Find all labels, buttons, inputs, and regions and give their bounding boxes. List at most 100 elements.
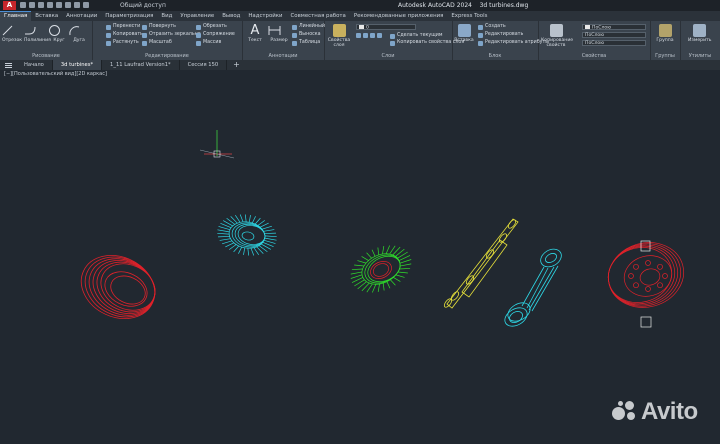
tab-addins[interactable]: Надстройки <box>244 11 286 21</box>
dimension-label: Размер <box>270 38 288 43</box>
trim-button[interactable]: Обрезать <box>196 24 227 30</box>
new-file-icon[interactable] <box>20 2 26 8</box>
drawing-viewport[interactable]: [−][Пользовательский вид][2D каркас] Avi… <box>0 70 720 444</box>
mirror-button[interactable]: Отразить зеркально <box>142 32 201 38</box>
insert-block-button[interactable]: Вставка <box>453 24 475 43</box>
leader-button[interactable]: Выноска <box>292 32 321 38</box>
tab-insert[interactable]: Вставка <box>31 11 62 21</box>
layer-off-icon[interactable] <box>356 33 361 38</box>
tab-view[interactable]: Вид <box>157 11 176 21</box>
polyline-button[interactable]: Полилиния <box>24 24 51 43</box>
plot-icon[interactable] <box>56 2 62 8</box>
mirror-icon <box>142 32 147 38</box>
stretch-button[interactable]: Растянуть <box>106 40 139 46</box>
copy-button[interactable]: Копировать <box>106 32 143 38</box>
dimension-button[interactable]: Размер <box>268 24 290 43</box>
trim-icon <box>196 24 201 30</box>
leader-icon <box>292 32 297 38</box>
save-as-icon[interactable] <box>47 2 53 8</box>
create-block-icon <box>478 24 483 30</box>
modify-group-title: Редактирование <box>145 53 189 59</box>
layer-dropdown[interactable]: 0 <box>356 24 416 31</box>
text-button[interactable]: A Текст <box>244 24 266 43</box>
doc-tab-laufrad[interactable]: 1_11 Laufrad Version1* <box>102 60 180 70</box>
edit-block-button[interactable]: Редактировать <box>478 32 523 38</box>
table-button[interactable]: Таблица <box>292 40 320 46</box>
match-layer-icon <box>390 40 395 46</box>
layers-group-title: Слои <box>381 53 395 59</box>
annotation-group-title: Аннотации <box>268 53 298 59</box>
crosshair-cursor-icon <box>199 130 235 159</box>
red-bearing-ring[interactable] <box>71 244 165 330</box>
create-block-button[interactable]: Создать <box>478 24 506 30</box>
cyan-connecting-rod[interactable] <box>502 246 565 330</box>
tab-annotate[interactable]: Аннотации <box>62 11 101 21</box>
ribbon-tabs: Главная Вставка Аннотации Параметризация… <box>0 10 720 22</box>
scale-button[interactable]: Масштаб <box>142 40 172 46</box>
linear-dim-button[interactable]: Линейный <box>292 24 325 30</box>
quick-access-toolbar <box>20 2 89 9</box>
groups-group: Группа Группы <box>650 21 681 60</box>
save-icon[interactable] <box>38 2 44 8</box>
doc-tab-session[interactable]: Сессия 150 <box>180 60 228 70</box>
make-current-label: Сделать текущим <box>397 33 443 38</box>
hamburger-menu-icon[interactable] <box>0 60 16 70</box>
tab-collaborate[interactable]: Совместная работа <box>287 11 350 21</box>
insert-block-label: Вставка <box>454 38 474 43</box>
create-block-label: Создать <box>485 24 506 29</box>
layer-isolate-icon[interactable] <box>363 33 368 38</box>
share-button[interactable]: Общий доступ <box>120 0 166 11</box>
color-swatch <box>585 25 590 29</box>
match-properties-button[interactable]: Копирование свойств <box>541 24 573 48</box>
open-file-icon[interactable] <box>29 2 35 8</box>
circle-button[interactable]: Круг <box>48 24 70 43</box>
linetype-dropdown[interactable]: ПоСлою <box>582 32 646 38</box>
make-current-button[interactable]: Сделать текущим <box>390 33 443 39</box>
lineweight-dropdown[interactable]: ПоСлою <box>582 40 646 46</box>
green-gear[interactable] <box>350 245 412 293</box>
copy-icon <box>106 32 111 38</box>
autocad-logo-icon[interactable]: A <box>3 1 16 10</box>
utilities-group-title: Утилиты <box>688 53 712 59</box>
stretch-label: Растянуть <box>113 40 139 45</box>
tab-parametric[interactable]: Параметризация <box>101 11 157 21</box>
tab-manage[interactable]: Управление <box>176 11 218 21</box>
fillet-button[interactable]: Сопряжение <box>196 32 235 38</box>
yellow-shaft[interactable] <box>443 218 519 309</box>
redo-icon[interactable] <box>74 2 80 8</box>
rotate-button[interactable]: Повернуть <box>142 24 176 30</box>
share-icon[interactable] <box>83 2 89 8</box>
layer-lock-icon[interactable] <box>377 33 382 38</box>
draw-group: Отрезок Полилиния Круг Дуга Рисование <box>0 21 93 60</box>
tab-featured-apps[interactable]: Рекомендованные приложения <box>350 11 448 21</box>
avito-watermark: Avito <box>612 400 698 424</box>
leader-label: Выноска <box>299 32 321 37</box>
doc-tab-3d-turbines[interactable]: 3d turbines* <box>52 60 103 70</box>
tab-home[interactable]: Главная <box>0 10 32 22</box>
layer-freeze-icon[interactable] <box>370 33 375 38</box>
new-tab-button[interactable]: + <box>227 60 246 70</box>
insert-block-icon <box>457 24 471 37</box>
layer-properties-button[interactable]: Свойства слоя <box>327 24 351 48</box>
red-turbine-disc[interactable] <box>601 234 691 328</box>
tab-express-tools[interactable]: Express Tools <box>447 11 491 21</box>
undo-icon[interactable] <box>65 2 71 8</box>
move-button[interactable]: Перенести <box>106 24 140 30</box>
drawing-canvas <box>71 130 691 330</box>
group-button[interactable]: Группа <box>654 24 676 43</box>
arc-button[interactable]: Дуга <box>68 24 90 43</box>
cyan-bevel-gear[interactable] <box>217 214 277 256</box>
color-dropdown[interactable]: ПоСлою <box>582 24 646 31</box>
block-group-title: Блок <box>488 53 502 59</box>
make-current-icon <box>390 33 395 39</box>
move-icon <box>106 24 111 30</box>
doc-tab-start[interactable]: Начало <box>16 60 53 70</box>
array-button[interactable]: Массив <box>196 40 221 46</box>
line-button[interactable]: Отрезок <box>1 24 23 43</box>
arc-label: Дуга <box>73 38 85 43</box>
layer-dropdown-value: 0 <box>366 25 369 31</box>
properties-group-title: Свойства <box>581 53 607 59</box>
tab-output[interactable]: Вывод <box>218 11 244 21</box>
measure-button[interactable]: Измерить <box>688 24 711 43</box>
array-label: Массив <box>203 40 222 45</box>
